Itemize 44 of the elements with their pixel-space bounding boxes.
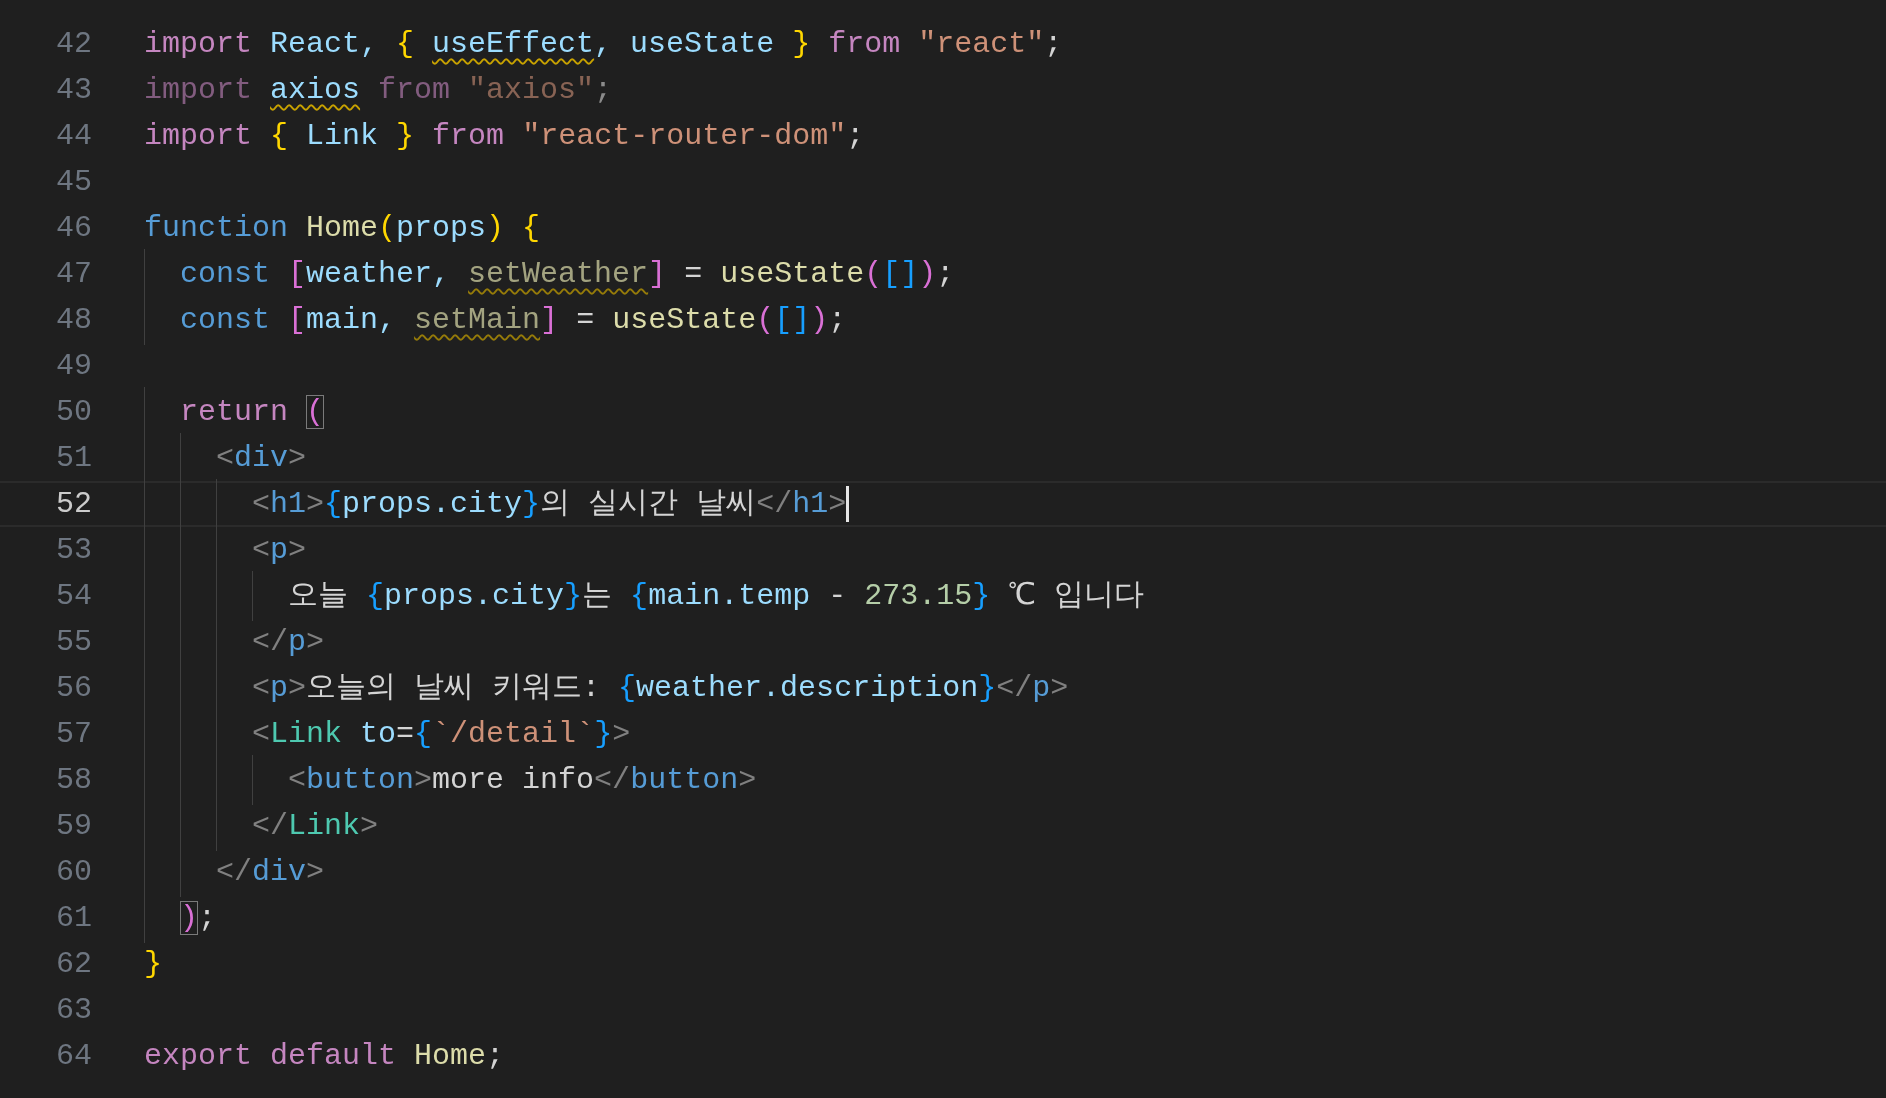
line-number: 58 xyxy=(55,763,92,797)
line-number: 54 xyxy=(55,579,92,613)
line-number: 64 xyxy=(55,1039,92,1073)
line-number: 44 xyxy=(55,119,92,153)
code-line: <div> xyxy=(215,440,307,477)
line-number: 42 xyxy=(55,27,92,61)
line-number: 62 xyxy=(55,947,92,981)
text-cursor xyxy=(846,486,850,522)
line-number: 49 xyxy=(55,349,92,383)
line-number: 46 xyxy=(55,211,92,245)
code-line: </Link> xyxy=(251,808,379,845)
line-number: 47 xyxy=(55,257,92,291)
line-number: 63 xyxy=(55,993,92,1027)
line-number: 59 xyxy=(55,809,92,843)
line-number: 48 xyxy=(55,303,92,337)
line-number: 43 xyxy=(55,73,92,107)
code-line: function Home(props) { xyxy=(144,210,541,247)
line-number: 56 xyxy=(55,671,92,705)
code-line: 오늘 {props.city}는 {main.temp - 273.15} ℃ 입니다 xyxy=(287,578,1145,615)
code-line: export default Home; xyxy=(144,1038,505,1075)
code-line: import React, { useEffect, useState } from "react"; xyxy=(144,26,1063,63)
code-line: const [weather, setWeather] = useState([]); xyxy=(179,256,955,293)
code-line: <button>more info</button> xyxy=(287,762,757,799)
line-number: 45 xyxy=(55,165,92,199)
code-line: <p> xyxy=(251,532,307,569)
code-line: return ( xyxy=(179,394,325,431)
code-line: </p> xyxy=(251,624,325,661)
code-line: </div> xyxy=(215,854,325,891)
line-number: 50 xyxy=(55,395,92,429)
line-number: 57 xyxy=(55,717,92,751)
line-number: 51 xyxy=(55,441,92,475)
code-line: <h1>{props.city}의 실시간 날씨</h1> xyxy=(251,486,847,523)
line-number: 60 xyxy=(55,855,92,889)
code-line: import axios from "axios"; xyxy=(144,72,613,109)
code-line: import { Link } from "react-router-dom"; xyxy=(144,118,865,155)
line-number: 61 xyxy=(55,901,92,935)
code-line: const [main, setMain] = useState([]); xyxy=(179,302,847,339)
line-number: 52 xyxy=(55,487,92,521)
code-line: <Link to={`/detail`}> xyxy=(251,716,631,753)
line-number: 53 xyxy=(55,533,92,567)
code-line: } xyxy=(144,946,162,983)
line-number: 55 xyxy=(55,625,92,659)
code-line: <p>오늘의 날씨 키워드: {weather.description}</p> xyxy=(251,670,1069,707)
code-line: ); xyxy=(179,900,217,937)
